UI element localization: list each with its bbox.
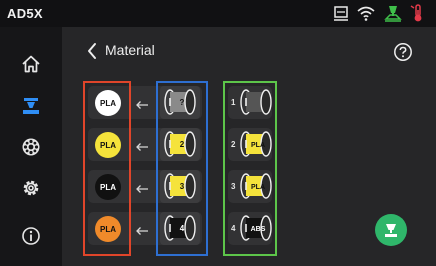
sidebar-item-material[interactable] (17, 92, 45, 120)
load-filament-icon (385, 224, 397, 237)
printer-status-icon (334, 6, 348, 21)
material-icon (23, 98, 39, 114)
home-icon (22, 55, 40, 73)
info-icon (22, 227, 40, 245)
arrow-left-icon (135, 181, 149, 193)
arrow-left-icon (135, 139, 149, 151)
help-button[interactable] (393, 42, 413, 62)
sidebar-item-settings[interactable] (17, 174, 45, 202)
sidebar-item-info[interactable] (17, 222, 45, 250)
sidebar (0, 27, 62, 266)
arrow-left-icon (135, 97, 149, 109)
wifi-icon (357, 6, 375, 21)
slot-frame (223, 81, 277, 256)
brand-label: AD5X (7, 6, 43, 21)
page-title: Material (105, 42, 155, 58)
spool-frame (156, 81, 208, 256)
printing-status-icon (384, 6, 402, 22)
gear-icon (23, 180, 39, 196)
load-filament-button[interactable] (375, 214, 407, 246)
arrow-left-icon (135, 223, 149, 235)
sidebar-item-filament[interactable] (17, 133, 45, 161)
filament-reel-icon (22, 138, 40, 156)
sidebar-item-home[interactable] (17, 50, 45, 78)
material-frame (83, 81, 131, 256)
temperature-alert-icon (410, 4, 422, 22)
back-button[interactable] (84, 40, 102, 62)
status-bar: AD5X (0, 0, 436, 27)
